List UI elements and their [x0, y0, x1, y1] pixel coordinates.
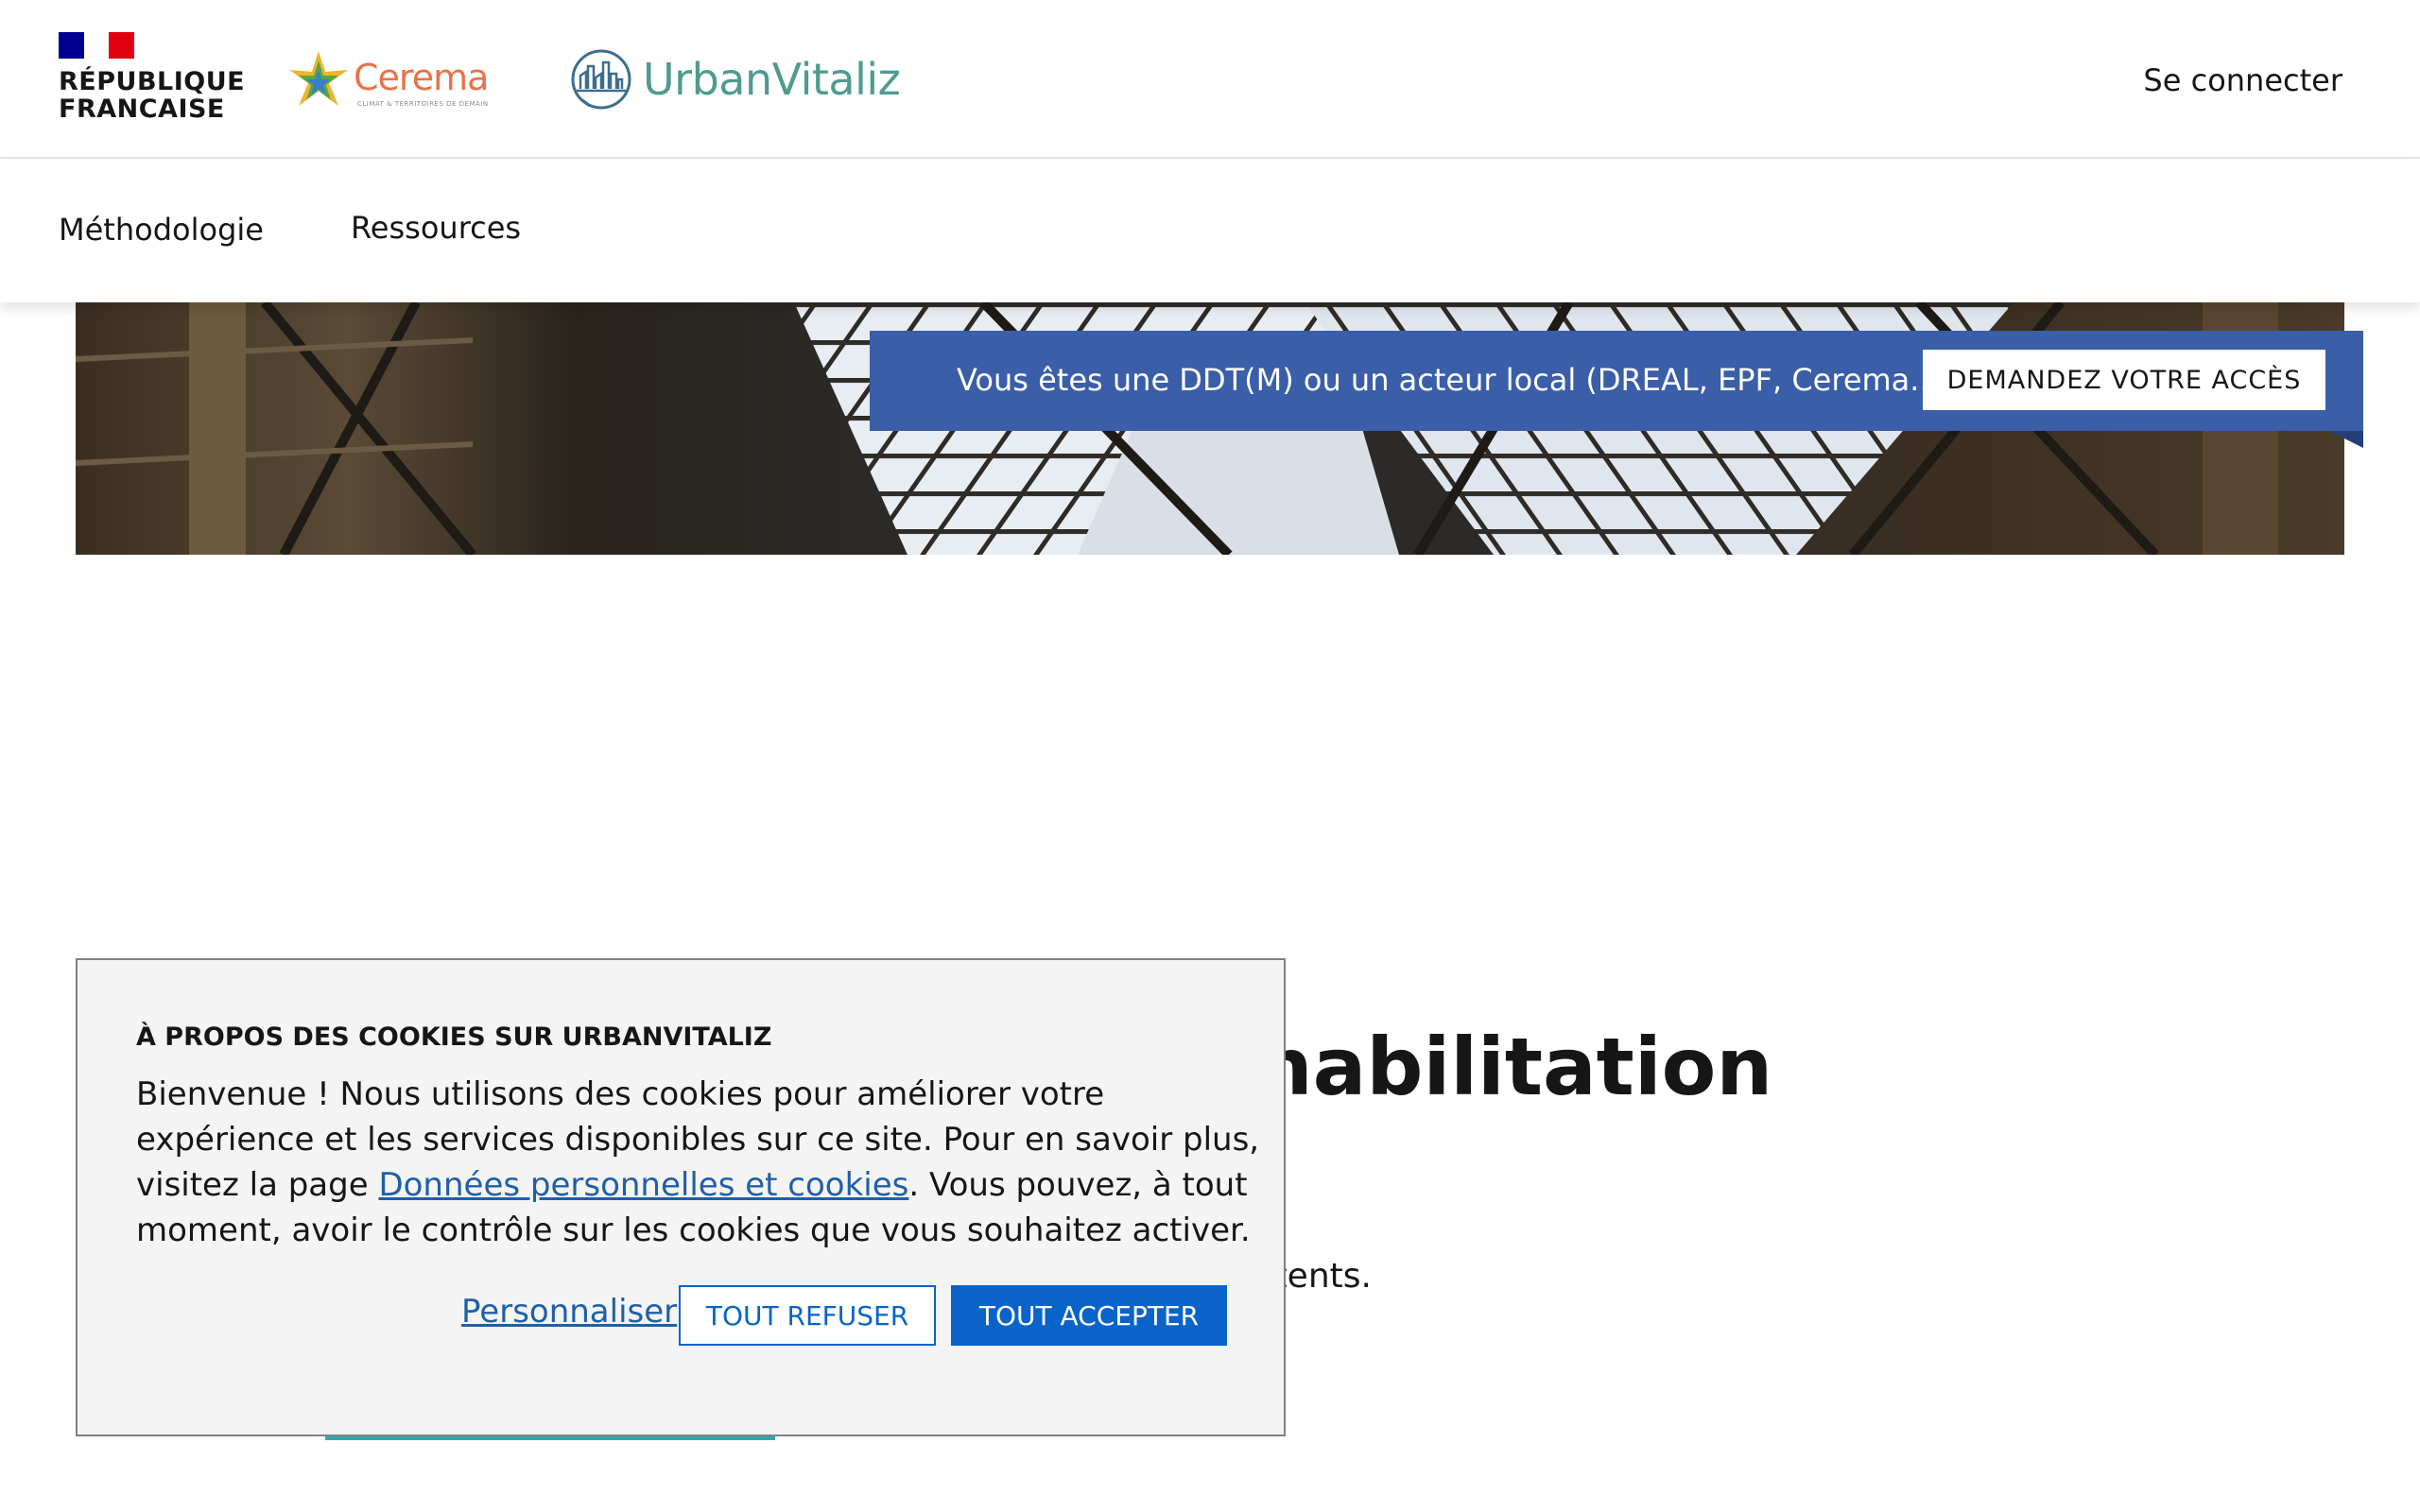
refuse-all-cookies-button[interactable]: TOUT REFUSER [679, 1285, 936, 1346]
marianne-flag-icon [59, 32, 135, 59]
banner-fold-decoration [2329, 431, 2363, 448]
request-access-button[interactable]: DEMANDEZ VOTRE ACCÈS [1923, 350, 2325, 410]
login-link[interactable]: Se connecter [2143, 62, 2342, 98]
cerema-logo[interactable]: Cerema CLIMAT & TERRITOIRES DE DEMAIN [285, 47, 489, 113]
urbanvitaliz-name: UrbanVitaliz [643, 54, 901, 105]
site-header: RÉPUBLIQUE FRANCAISE Cerema CLIMAT & TER… [0, 0, 2420, 159]
privacy-policy-link[interactable]: Données personnelles et cookies [378, 1166, 908, 1204]
main-nav: Méthodologie Ressources [0, 161, 2420, 302]
cookie-modal-text: Bienvenue ! Nous utilisons des cookies p… [136, 1072, 1261, 1253]
cerema-tagline: CLIMAT & TERRITOIRES DE DEMAIN [357, 100, 489, 108]
access-banner-text: Vous êtes une DDT(M) ou un acteur local … [957, 362, 1977, 398]
nav-item-ressources[interactable]: Ressources [351, 210, 521, 246]
customize-cookies-button[interactable]: Personnaliser [461, 1293, 677, 1331]
access-banner: Vous êtes une DDT(M) ou un acteur local … [870, 331, 2363, 448]
accept-all-cookies-button[interactable]: TOUT ACCEPTER [951, 1285, 1227, 1346]
republique-francaise-logo-text: RÉPUBLIQUE FRANCAISE [59, 67, 246, 124]
nav-item-methodologie[interactable]: Méthodologie [59, 212, 264, 248]
cerema-star-icon [289, 51, 348, 106]
urbanvitaliz-logo[interactable]: UrbanVitaliz [569, 45, 901, 113]
cookie-modal-title: À PROPOS DES COOKIES SUR URBANVITALIZ [136, 1022, 772, 1052]
cookie-consent-modal: À PROPOS DES COOKIES SUR URBANVITALIZ Bi… [76, 958, 1286, 1436]
urbanvitaliz-city-icon [571, 49, 631, 110]
cerema-name: Cerema [354, 57, 489, 98]
